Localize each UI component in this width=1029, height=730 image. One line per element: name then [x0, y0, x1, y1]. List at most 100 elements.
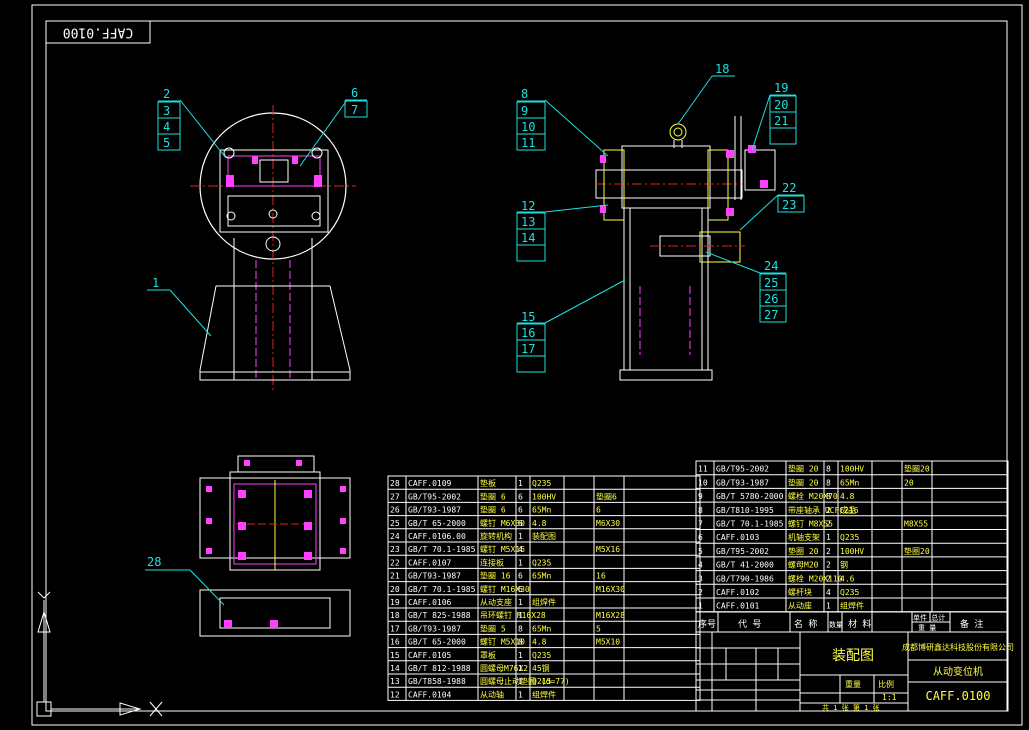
- bom-cell-qty: 2: [826, 520, 831, 529]
- bom-cell-code: CAFF.0102: [716, 588, 760, 597]
- bom-cell-mat: 钢: [840, 560, 848, 570]
- bom-cell-name: 垫圈 6: [480, 491, 506, 501]
- bom-cell-code: CAFF.0103: [716, 533, 760, 542]
- bom-cell-code: GB/T93-1987: [408, 624, 461, 633]
- bom-cell-no: 19: [390, 598, 400, 607]
- bom-cell-name: 垫圈 16: [480, 571, 511, 581]
- bom-cell-mat: 4.8: [840, 492, 855, 501]
- bom-cell-qty: 1: [518, 664, 523, 673]
- bom-cell-code: GB/T93-1987: [408, 572, 461, 581]
- bom-cell-code: CAFF.0104: [408, 690, 452, 699]
- bom-cell-no: 23: [390, 545, 400, 554]
- balloon-8: 8: [521, 87, 528, 101]
- bom-cell-no: 12: [390, 690, 400, 699]
- bom-cell-qty: 8: [826, 478, 831, 487]
- balloon-17: 17: [521, 342, 535, 356]
- balloon-2: 2: [163, 87, 170, 101]
- bom-cell-note: M16X28: [596, 611, 625, 620]
- bom-cell-note: M5X16: [596, 545, 620, 554]
- balloon-11: 11: [521, 136, 535, 150]
- bom-cell-name: 罩板: [480, 650, 496, 660]
- bom-cell-name: 螺栓 M20X110: [788, 573, 843, 583]
- balloon-10: 10: [521, 120, 535, 134]
- bom-cell-note: 5: [596, 624, 601, 633]
- company-name: 成都博研鑫达科技股份有限公司: [902, 642, 1014, 652]
- bom-cell-qty: 1: [518, 479, 523, 488]
- bom-cell-note: 20: [904, 478, 914, 487]
- bom-header-mat: 材 料: [848, 618, 871, 630]
- bom-cell-no: 24: [390, 532, 400, 541]
- bom-cell-no: 15: [390, 651, 400, 660]
- bom-cell-code: GB/T 825-1988: [408, 611, 471, 620]
- bom-cell-qty: 8: [518, 638, 523, 647]
- balloon-1: 1: [152, 276, 159, 290]
- bom-cell-no: 2: [698, 588, 703, 597]
- bom-cell-mat: 65Mn: [532, 572, 551, 581]
- drawing-code-rotated: CAFF.0100: [63, 25, 133, 40]
- bom-cell-qty: 6: [518, 492, 523, 501]
- bom-table-left: 28 CAFF.0109 垫板 1 Q23527 GB/T95-2002 垫圈 6 6 100H…: [387, 475, 701, 701]
- bom-cell-code: CAFF.0109: [408, 479, 452, 488]
- bom-cell-no: 16: [390, 638, 400, 647]
- bom-cell-name: 旋转机构: [480, 531, 512, 541]
- bom-cell-mat: 65Mn: [532, 506, 551, 515]
- bom-cell-mat: 100HV: [532, 492, 556, 501]
- bom-header-code: 代 号: [738, 619, 761, 630]
- bom-cell-code: GB/T95-2002: [408, 492, 461, 501]
- bom-cell-note: M6X30: [596, 519, 620, 528]
- balloon-7: 7: [351, 103, 358, 117]
- bom-cell-no: 9: [698, 492, 703, 501]
- bom-cell-qty: 1: [826, 602, 831, 611]
- bom-cell-no: 20: [390, 585, 400, 594]
- bom-cell-qty: 8: [826, 492, 831, 501]
- bom-cell-name: 螺母M20: [788, 560, 819, 570]
- bom-cell-no: 27: [390, 492, 400, 501]
- bom-cell-code: GB/T 41-2000: [716, 561, 774, 570]
- bom-cell-mat: Q235: [532, 479, 551, 488]
- bom-cell-no: 1: [698, 602, 703, 611]
- bom-cell-name: 垫圈 20: [788, 546, 819, 556]
- bom-cell-name: 垫圈 6: [480, 505, 506, 515]
- balloon-16: 16: [521, 326, 535, 340]
- bom-header-no: 序号: [698, 618, 716, 630]
- ucs-icon: [36, 591, 163, 717]
- bom-cell-no: 18: [390, 611, 400, 620]
- bom-cell-no: 28: [390, 479, 400, 488]
- bom-cell-qty: 1: [826, 533, 831, 542]
- bom-cell-qty: 2: [826, 506, 831, 515]
- bom-cell-code: GB/T 812-1988: [408, 664, 471, 673]
- bom-cell-qty: 6: [518, 519, 523, 528]
- bom-cell-code: GB/T93-1987: [716, 478, 769, 487]
- bom-cell-note: M8X55: [904, 520, 928, 529]
- balloon-12: 12: [521, 199, 535, 213]
- bom-cell-code: GB/T 70.1-1985: [408, 585, 476, 594]
- bom-header-note: 备 注: [960, 618, 983, 630]
- bom-cell-no: 5: [698, 547, 703, 556]
- bom-cell-no: 10: [698, 478, 708, 487]
- bom-cell-qty: 1: [518, 598, 523, 607]
- bom-cell-name: 吊环螺钉 M16X28: [480, 610, 546, 620]
- bom-cell-code: CAFF.0101: [716, 602, 760, 611]
- bom-cell-note: 6: [596, 506, 601, 515]
- bom-cell-qty: 4: [826, 588, 831, 597]
- bom-cell-name: 机轴支架: [788, 532, 820, 542]
- balloon-18: 18: [715, 62, 729, 76]
- bom-cell-mat: 45钢: [532, 663, 550, 673]
- bom-header-wt2: 重 量: [918, 624, 936, 632]
- sheet-info: 共 1 张 第 1 张: [822, 703, 880, 712]
- bom-cell-note: 垫圈20: [904, 546, 930, 556]
- bom-cell-no: 13: [390, 677, 400, 686]
- bom-cell-no: 17: [390, 624, 400, 633]
- bom-cell-no: 4: [698, 561, 703, 570]
- bom-cell-code: CAFF.0105: [408, 651, 452, 660]
- scale-value: 1:1: [882, 693, 897, 702]
- bom-cell-name: 垫板: [480, 478, 496, 488]
- bom-cell-qty: 2: [826, 547, 831, 556]
- bom-cell-note: M16X30: [596, 585, 625, 594]
- bom-cell-qty: 6: [518, 506, 523, 515]
- bom-cell-name: 圆螺母止动垫圈 (d=77): [480, 676, 570, 686]
- bom-cell-code: GB/T 70.1-1985: [408, 545, 476, 554]
- bom-cell-code: GB/T 70.1-1985: [716, 520, 784, 529]
- bom-cell-note: 垫圈20: [904, 464, 930, 474]
- bom-cell-mat: Q235: [840, 533, 859, 542]
